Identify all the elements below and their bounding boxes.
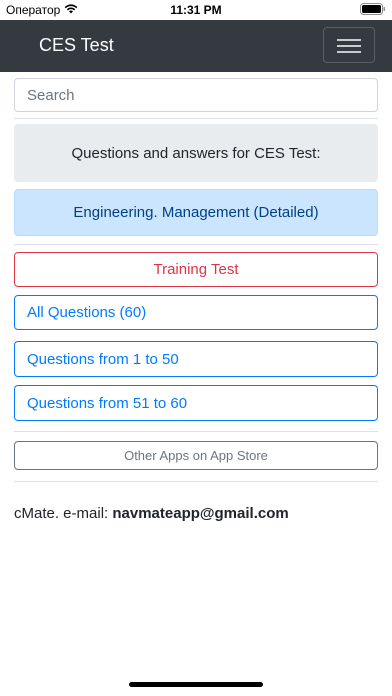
status-bar: Оператор 11:31 PM [0,0,392,20]
section-header-text: Questions and answers for CES Test: [71,144,321,162]
battery-icon [360,3,386,15]
divider [14,244,378,245]
section-header: Questions and answers for CES Test: [14,124,378,182]
navbar: CES Test [0,20,392,72]
questions-51-60-label: Questions from 51 to 60 [27,394,188,412]
app-title[interactable]: CES Test [39,35,114,56]
training-test-label: Training Test [153,261,239,278]
other-apps-label: Other Apps on App Store [124,448,268,463]
menu-toggle-button[interactable] [323,27,375,63]
clock: 11:31 PM [170,3,222,17]
contact-email[interactable]: navmateapp@gmail.com [112,505,288,522]
divider [14,431,378,432]
divider [14,481,378,482]
questions-1-50-button[interactable]: Questions from 1 to 50 [14,341,378,377]
search-input[interactable] [14,78,378,112]
category-banner: Engineering. Management (Detailed) [14,189,378,236]
contact-prefix: cMate. e-mail: [14,505,113,522]
training-test-button[interactable]: Training Test [14,252,378,287]
all-questions-button[interactable]: All Questions (60) [14,295,378,330]
other-apps-button[interactable]: Other Apps on App Store [14,441,378,470]
questions-51-60-button[interactable]: Questions from 51 to 60 [14,385,378,421]
questions-1-50-label: Questions from 1 to 50 [27,350,179,368]
home-indicator[interactable] [129,682,263,687]
contact-info: cMate. e-mail: navmateapp@gmail.com [14,505,289,522]
all-questions-label: All Questions (60) [27,304,147,321]
divider [14,118,378,119]
category-text: Engineering. Management (Detailed) [73,204,319,221]
